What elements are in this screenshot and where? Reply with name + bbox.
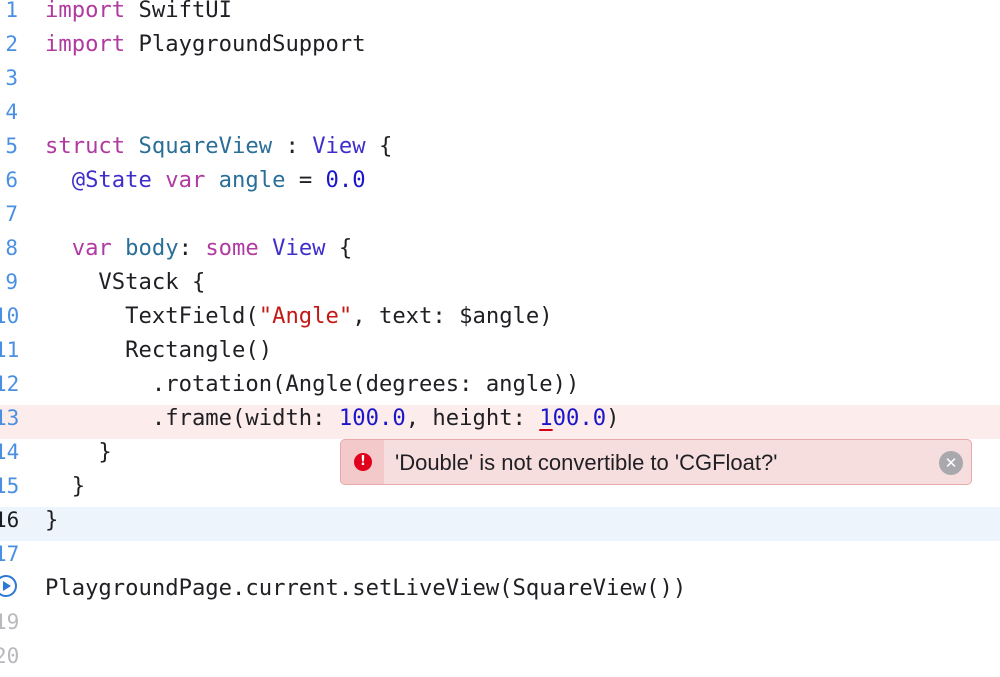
line-number: 16 xyxy=(0,508,20,532)
code-token: Rectangle() xyxy=(45,337,273,363)
code-token: } xyxy=(45,507,59,533)
code-token: VStack { xyxy=(45,269,206,295)
code-line[interactable]: 8 var body: some View { xyxy=(0,235,1000,269)
code-line[interactable]: 18PlaygroundPage.current.setLiveView(Squ… xyxy=(0,575,1000,609)
code-token: 00.0 xyxy=(552,405,607,431)
line-number: 9 xyxy=(5,270,18,294)
code-token: ) xyxy=(606,405,620,431)
code-token: angle xyxy=(218,167,286,193)
code-editor[interactable]: 1 import SwiftUI 2 import PlaygroundSupport… xyxy=(0,0,1000,668)
code-token: , height: xyxy=(405,405,540,431)
line-number: 2 xyxy=(5,32,18,56)
code-token: { xyxy=(325,235,353,261)
code-token: : xyxy=(272,133,313,159)
code-text: .rotation(Angle(degrees: angle)) xyxy=(45,371,579,405)
code-token: @State xyxy=(45,167,152,193)
code-text: .frame(width: 100.0, height: 100.0) xyxy=(45,405,620,439)
code-text: VStack { xyxy=(45,269,205,303)
code-token: body xyxy=(125,235,179,261)
code-token: import xyxy=(45,0,126,23)
line-number: 11 xyxy=(0,338,20,362)
line-number: 17 xyxy=(0,542,20,566)
code-token: struct xyxy=(45,133,126,159)
error-icon: ! xyxy=(354,453,372,471)
code-text: } xyxy=(45,439,112,473)
code-line[interactable]: 6 @State var angle = 0.0 xyxy=(0,167,1000,201)
code-token: } xyxy=(45,439,112,465)
code-token: : xyxy=(178,235,206,261)
code-token: TextField( xyxy=(45,303,259,329)
code-token: View xyxy=(312,133,366,159)
line-number: 14 xyxy=(0,440,20,464)
code-line[interactable]: 12 .rotation(Angle(degrees: angle)) xyxy=(0,371,1000,405)
line-number: 15 xyxy=(0,474,20,498)
code-token: PlaygroundPage.current.setLiveView(Squar… xyxy=(45,575,687,601)
code-text: Rectangle() xyxy=(45,337,272,371)
code-line[interactable]: 5 struct SquareView : View { xyxy=(0,133,1000,167)
code-token: , text: $angle) xyxy=(352,303,553,329)
line-number: 7 xyxy=(5,202,18,226)
code-token: SquareView xyxy=(138,133,273,159)
code-text: struct SquareView : View { xyxy=(45,133,392,167)
code-line[interactable]: 1 import SwiftUI xyxy=(0,0,1000,31)
code-line[interactable]: 3 xyxy=(0,65,1000,99)
code-token: some xyxy=(205,235,259,261)
line-number: 8 xyxy=(5,236,18,260)
code-token: 0.0 xyxy=(325,167,366,193)
code-token: } xyxy=(45,473,86,499)
code-line[interactable]: 2 import PlaygroundSupport xyxy=(0,31,1000,65)
line-number: 19 xyxy=(0,610,20,634)
code-token: = xyxy=(285,167,326,193)
code-text: var body: some View { xyxy=(45,235,353,269)
code-line[interactable]: 11 Rectangle() xyxy=(0,337,1000,371)
code-text: import PlaygroundSupport xyxy=(45,31,366,65)
line-number: 1 xyxy=(5,0,18,22)
code-token: 100.0 xyxy=(338,405,406,431)
code-line[interactable]: 7 xyxy=(0,201,1000,235)
code-text: TextField("Angle", text: $angle) xyxy=(45,303,553,337)
code-token: 1 xyxy=(539,405,553,431)
code-token: var xyxy=(165,167,206,193)
code-token: { xyxy=(365,133,393,159)
code-text: } xyxy=(45,473,85,507)
code-line[interactable]: 9 VStack { xyxy=(0,269,1000,303)
close-icon[interactable]: ✕ xyxy=(939,451,963,475)
code-token: PlaygroundSupport xyxy=(125,31,366,57)
code-line[interactable]: 19 xyxy=(0,609,1000,643)
code-line[interactable]: 10 TextField("Angle", text: $angle) xyxy=(0,303,1000,337)
line-number: 6 xyxy=(5,168,18,192)
code-line[interactable]: 20 xyxy=(0,643,1000,677)
code-token: "Angle" xyxy=(258,303,353,329)
code-token: .rotation(Angle(degrees: angle)) xyxy=(45,371,580,397)
code-text: PlaygroundPage.current.setLiveView(Squar… xyxy=(45,575,686,609)
code-text: @State var angle = 0.0 xyxy=(45,167,366,201)
code-line[interactable]: 4 xyxy=(0,99,1000,133)
code-line[interactable]: 13 .frame(width: 100.0, height: 100.0) xyxy=(0,405,1000,439)
code-token: .frame(width: xyxy=(45,405,339,431)
code-token: var xyxy=(71,235,112,261)
line-number: 13 xyxy=(0,406,20,430)
line-number: 3 xyxy=(5,66,18,90)
code-text: import SwiftUI xyxy=(45,0,232,31)
code-token: View xyxy=(272,235,326,261)
line-number: 20 xyxy=(0,644,20,668)
code-token: import xyxy=(45,31,126,57)
line-number: 12 xyxy=(0,372,20,396)
error-message-text: 'Double' is not convertible to 'CGFloat?… xyxy=(395,450,778,475)
code-line[interactable]: 17 xyxy=(0,541,1000,575)
error-message-bubble: ! 'Double' is not convertible to 'CGFloa… xyxy=(340,439,972,485)
code-text: } xyxy=(45,507,58,541)
code-line[interactable]: 16} xyxy=(0,507,1000,541)
line-number: 10 xyxy=(0,304,20,328)
line-number: 5 xyxy=(5,134,18,158)
code-token: SwiftUI xyxy=(125,0,233,23)
line-number: 4 xyxy=(5,100,18,124)
